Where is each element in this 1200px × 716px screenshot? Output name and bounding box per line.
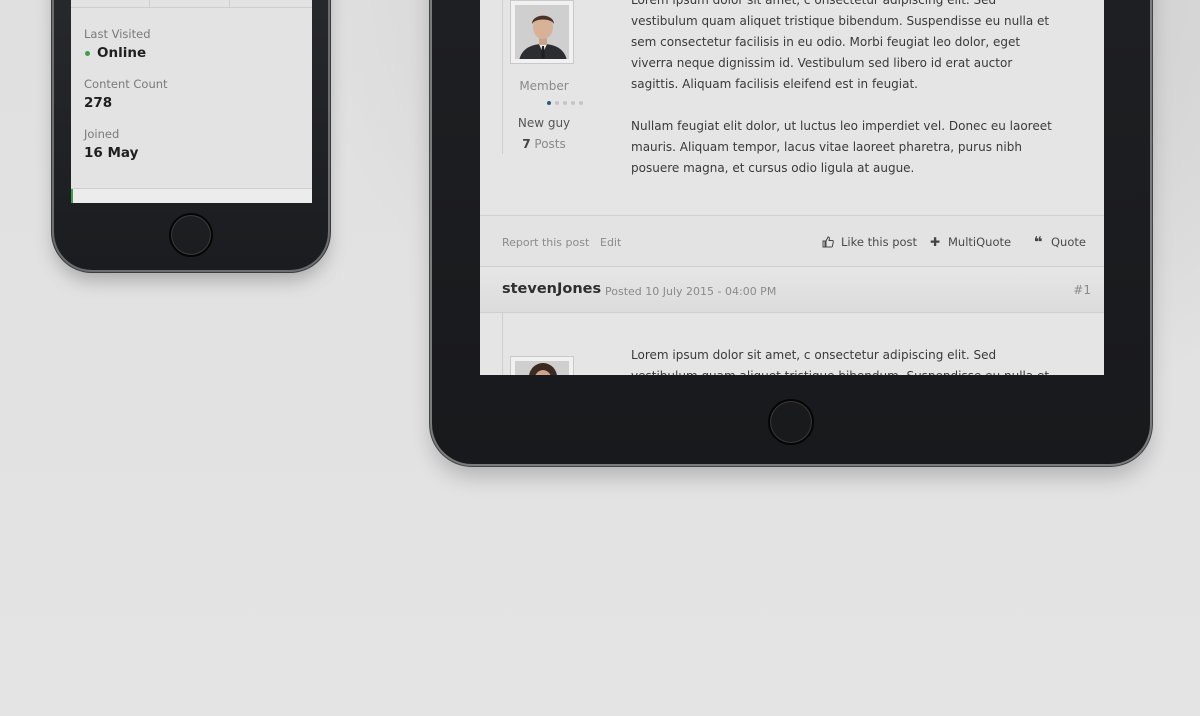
multiquote-label: MultiQuote	[948, 235, 1012, 249]
author-avatar[interactable]	[510, 356, 574, 375]
rank-pip	[547, 101, 551, 105]
post-content: Lorem ipsum dolor sit amet, c onsectetur…	[631, 0, 1061, 200]
avatar-portrait-icon	[515, 361, 569, 375]
post-actions-bar: Report this post Edit Like this post ✚ M…	[480, 215, 1104, 266]
avatar-photo	[515, 361, 569, 375]
content-count-stat: Content Count 278	[84, 77, 168, 111]
tablet-device: Member New guy 7 Posts Lorem ipsum dolor…	[432, 0, 1150, 464]
phone-screen: Last Visited Online Content Count 278 Jo…	[71, 0, 312, 203]
post-body: Member New guy 7 Posts Lorem ipsum dolor…	[480, 0, 1104, 215]
like-post-label: Like this post	[841, 235, 918, 249]
last-visited-value: Online	[84, 45, 151, 61]
avatar-portrait-icon	[515, 5, 569, 59]
post-paragraph: Lorem ipsum dolor sit amet, c onsectetur…	[631, 348, 1049, 375]
rank-pip	[579, 101, 583, 105]
content-count-value: 278	[84, 95, 113, 111]
post-content: Lorem ipsum dolor sit amet, c onsectetur…	[631, 345, 1061, 375]
report-post-link[interactable]: Report this post	[502, 236, 589, 249]
rank-pip	[555, 101, 559, 105]
post-date: Posted 10 July 2015 - 04:00 PM	[605, 285, 777, 298]
plus-icon: ✚	[929, 235, 941, 249]
quote-label: Quote	[1051, 235, 1086, 249]
tab-divider	[229, 0, 230, 7]
rank-pips	[547, 101, 583, 105]
avatar-photo	[515, 5, 569, 59]
joined-stat: Joined 16 May	[84, 127, 138, 161]
joined-value: 16 May	[84, 145, 139, 161]
content-count-label: Content Count	[84, 77, 168, 91]
last-visited-stat: Last Visited Online	[84, 27, 151, 61]
profile-tabs	[71, 0, 312, 8]
post-count-label: Posts	[534, 137, 566, 151]
active-accent-bar	[71, 189, 73, 203]
quote-icon: ❝	[1033, 233, 1043, 251]
author-rank-title: New guy	[517, 116, 571, 130]
phone-home-button[interactable]	[169, 213, 213, 257]
edit-post-link[interactable]: Edit	[600, 236, 621, 249]
author-group: Member	[519, 79, 569, 93]
tab-divider	[149, 0, 150, 7]
online-status-dot	[85, 50, 90, 56]
phone-device: Last Visited Online Content Count 278 Jo…	[54, 0, 328, 270]
post-count-number: 7	[522, 137, 531, 151]
like-post-button[interactable]: Like this post	[822, 235, 917, 249]
online-status-text: Online	[97, 45, 147, 61]
rank-pip	[563, 101, 567, 105]
post-paragraph: Lorem ipsum dolor sit amet, c onsectetur…	[631, 0, 1050, 91]
post-permalink-number[interactable]: #1	[1073, 283, 1091, 297]
post-author-name[interactable]: stevenJones	[502, 281, 601, 297]
post-paragraph: Nullam feugiat elit dolor, ut luctus leo…	[631, 119, 1052, 175]
rank-pip	[571, 101, 575, 105]
post-header: stevenJones Posted 10 July 2015 - 04:00 …	[480, 266, 1104, 313]
tablet-home-button[interactable]	[768, 399, 814, 445]
phone-bottom-bar	[71, 188, 312, 203]
multiquote-button[interactable]: ✚ MultiQuote	[929, 235, 1011, 249]
thumbs-up-icon	[822, 236, 834, 248]
author-post-count: 7 Posts	[480, 137, 608, 151]
joined-label: Joined	[84, 127, 120, 141]
tablet-screen: Member New guy 7 Posts Lorem ipsum dolor…	[480, 0, 1104, 375]
quote-button[interactable]: ❝ Quote	[1032, 233, 1086, 251]
last-visited-label: Last Visited	[84, 27, 151, 41]
author-avatar[interactable]	[510, 0, 574, 64]
